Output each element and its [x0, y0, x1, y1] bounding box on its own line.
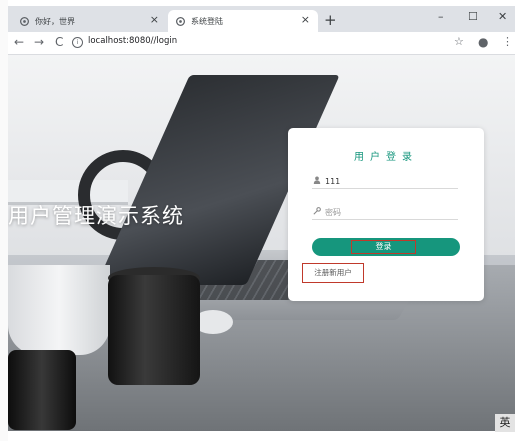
background-camera-lens-small: [8, 350, 76, 430]
tab-system-login[interactable]: 系统登陆 ×: [168, 10, 318, 32]
menu-icon[interactable]: ⋮: [502, 35, 513, 48]
close-window-button[interactable]: ✕: [498, 10, 507, 23]
login-title: 用户登录: [354, 152, 418, 163]
globe-icon: [20, 16, 29, 26]
address-bar[interactable]: localhost:8080//login: [88, 36, 177, 46]
user-icon: [312, 176, 321, 186]
globe-icon: [176, 16, 185, 26]
new-tab-button[interactable]: +: [324, 11, 337, 29]
reload-button[interactable]: C: [55, 35, 63, 49]
tab-bar: 你好，世界 × 系统登陆 × + – ☐ ✕: [8, 6, 515, 32]
info-icon[interactable]: i: [72, 37, 83, 48]
login-button-label: 登录: [351, 240, 416, 254]
forward-button[interactable]: →: [34, 35, 44, 49]
bookmark-star-icon[interactable]: ☆: [454, 35, 464, 48]
tab-label: 系统登陆: [191, 16, 223, 26]
browser-toolbar: ← → C i localhost:8080//login ☆ ● ⋮: [8, 32, 515, 55]
password-placeholder: 密码: [325, 207, 341, 217]
back-button[interactable]: ←: [14, 35, 24, 49]
username-field[interactable]: 111: [312, 174, 458, 189]
minimize-button[interactable]: –: [438, 10, 444, 23]
window-frame-edge: [0, 0, 8, 441]
register-link[interactable]: 注册新用户: [302, 263, 364, 283]
login-card: 用户登录 111 密码 登录 注册新用户: [288, 128, 484, 301]
browser-window: 你好，世界 × 系统登陆 × + – ☐ ✕ ← → C i localhost…: [0, 0, 521, 441]
maximize-button[interactable]: ☐: [468, 10, 478, 23]
username-value: 111: [325, 176, 341, 186]
password-field[interactable]: 密码: [312, 205, 458, 220]
tab-hello-world[interactable]: 你好，世界 ×: [12, 10, 167, 32]
profile-icon[interactable]: ●: [478, 35, 488, 49]
tab-close-icon[interactable]: ×: [301, 13, 310, 26]
tab-label: 你好，世界: [35, 16, 75, 26]
page-viewport: 用户管理演示系统 用户登录 111 密码 登录 注册新用户: [8, 55, 515, 431]
login-button[interactable]: 登录: [312, 238, 460, 256]
ime-indicator[interactable]: 英: [495, 414, 515, 432]
key-icon: [312, 207, 321, 217]
system-title: 用户管理演示系统: [8, 204, 184, 228]
background-camera-lens: [108, 275, 200, 385]
tab-close-icon[interactable]: ×: [150, 13, 159, 26]
background-cup: [8, 265, 110, 355]
